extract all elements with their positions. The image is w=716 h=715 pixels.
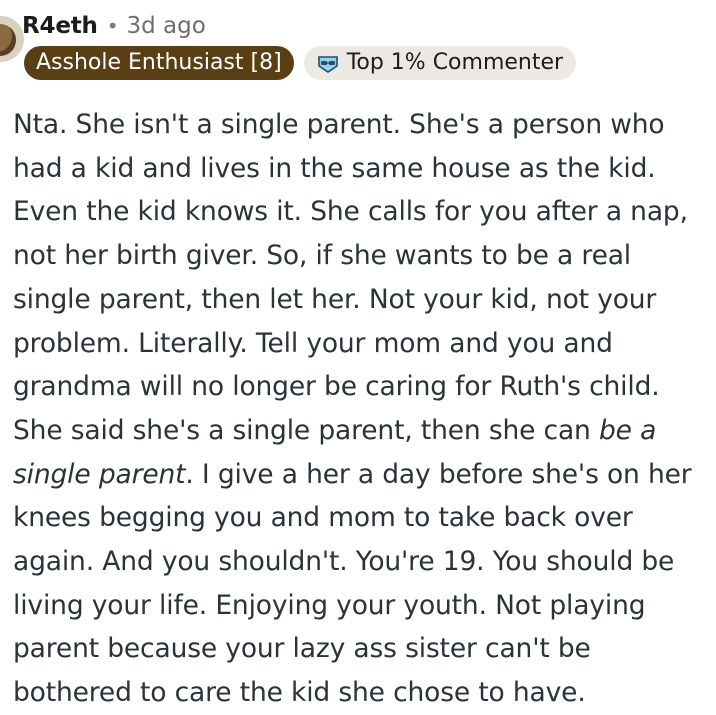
comment-body-text-end: . I give a her a day before she's on her…: [13, 458, 692, 709]
top-commenter-label: Top 1% Commenter: [346, 50, 564, 75]
comment-body: Nta. She isn't a single parent. She's a …: [13, 103, 713, 715]
meta-separator: •: [106, 14, 119, 38]
comment-body-text: Nta. She isn't a single parent. She's a …: [13, 109, 688, 446]
user-avatar[interactable]: [0, 16, 24, 62]
comment: R4eth • 3d ago Asshole Enthusiast [8] To…: [0, 0, 716, 713]
comment-meta: R4eth • 3d ago: [22, 10, 206, 42]
avatar-image: [0, 24, 16, 56]
top-commenter-badge[interactable]: Top 1% Commenter: [303, 46, 577, 80]
commenter-badge-icon: [317, 56, 338, 73]
user-flair-badge: Asshole Enthusiast [8]: [24, 46, 294, 80]
timestamp[interactable]: 3d ago: [126, 13, 205, 39]
user-flairs: Asshole Enthusiast [8] Top 1% Commenter: [24, 46, 577, 80]
username-link[interactable]: R4eth: [22, 13, 98, 39]
